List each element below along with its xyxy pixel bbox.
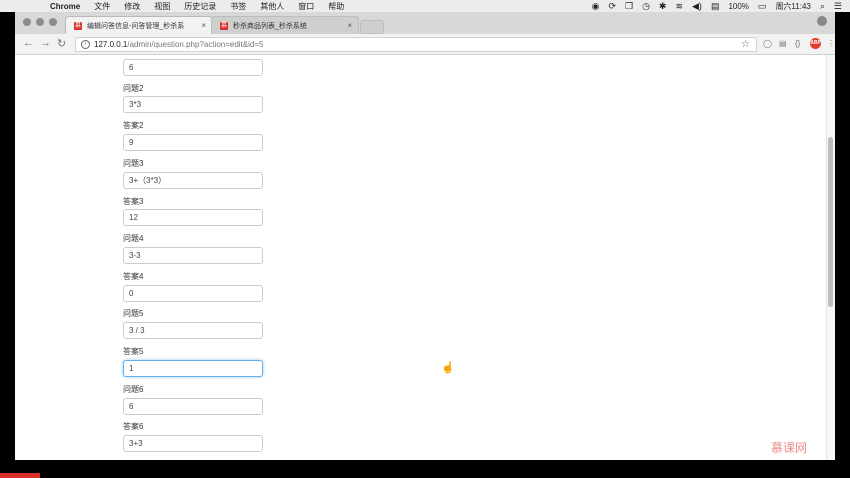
vertical-scrollbar[interactable] (826, 55, 835, 460)
menu-help[interactable]: 帮助 (328, 1, 344, 12)
menubar-status-area: ◉ ⟳ ❐ ◷ ✱ ≋ ◀) ▤ 100% ▭ 周六11:43 ⌕ ☰ (592, 0, 842, 12)
tab-seckill-list[interactable]: 慕 秒杀商品列表_秒杀系统 × (211, 16, 359, 34)
menu-app-name[interactable]: Chrome (50, 2, 80, 11)
field-answer-2[interactable]: 9 (123, 134, 263, 151)
imooc-watermark: 慕课网 (771, 441, 808, 455)
menu-history[interactable]: 历史记录 (184, 1, 216, 12)
label-answer-6: 答案6 (123, 422, 144, 431)
volume-icon[interactable]: ◀) (692, 1, 702, 12)
extension-circle-icon[interactable]: ◯ (763, 39, 772, 48)
back-icon[interactable]: ← (23, 37, 34, 49)
label-question-3: 问题3 (123, 159, 144, 168)
url-path: /admin/question.php?action=edit&id=5 (127, 40, 264, 49)
extension-code-icon[interactable]: {} (795, 39, 800, 48)
tab-strip: 慕 编辑问答信息-问答管理_秒杀系 × 慕 秒杀商品列表_秒杀系统 × (15, 12, 835, 34)
profile-avatar-icon[interactable] (817, 16, 827, 26)
site-favicon-icon: 慕 (220, 21, 228, 30)
field-answer-4[interactable]: 0 (123, 285, 263, 302)
field-question-3[interactable]: 3+（3*3） (123, 172, 263, 189)
site-info-icon[interactable]: i (81, 40, 90, 49)
mac-menubar: Chrome 文件 修改 视图 历史记录 书签 其他人 窗口 帮助 ◉ ⟳ ❐ … (0, 0, 850, 12)
menubar-clock[interactable]: 周六11:43 (775, 1, 810, 12)
zoom-window-icon[interactable] (49, 18, 57, 26)
field-answer-6[interactable]: 3+3 (123, 435, 263, 452)
menu-window[interactable]: 窗口 (298, 1, 314, 12)
label-question-6: 问题6 (123, 385, 144, 394)
label-answer-2: 答案2 (123, 121, 144, 130)
timemachine-icon[interactable]: ◷ (642, 1, 650, 12)
tab-title: 秒杀商品列表_秒杀系统 (233, 22, 307, 30)
battery-icon[interactable]: ▭ (758, 1, 767, 12)
tab-close-icon[interactable]: × (201, 21, 206, 30)
page-content: 6 问题2 3*3 答案2 9 问题3 3+（3*3） 答案3 12 问题4 3… (15, 55, 835, 460)
bluetooth-icon[interactable]: ✱ (659, 1, 667, 12)
adblock-icon[interactable]: ABP (810, 38, 821, 49)
field-answer-1[interactable]: 6 (123, 59, 263, 76)
menu-bookmarks[interactable]: 书签 (230, 1, 246, 12)
video-progress-bar (0, 473, 40, 478)
menu-people[interactable]: 其他人 (260, 1, 284, 12)
tab-title: 编辑问答信息-问答管理_秒杀系 (87, 22, 185, 30)
notification-center-icon[interactable]: ☰ (834, 1, 842, 12)
label-question-2: 问题2 (123, 84, 144, 93)
chrome-menu-icon[interactable]: ⋮ (827, 39, 835, 48)
label-answer-3: 答案3 (123, 197, 144, 206)
field-question-2[interactable]: 3*3 (123, 96, 263, 113)
field-answer-5[interactable]: 1 (123, 360, 263, 377)
menu-view[interactable]: 视图 (154, 1, 170, 12)
site-favicon-icon: 慕 (74, 21, 82, 30)
minimize-window-icon[interactable] (36, 18, 44, 26)
forward-icon[interactable]: → (40, 37, 51, 49)
url-host: 127.0.0.1 (94, 40, 128, 49)
reload-icon[interactable]: ↻ (57, 37, 66, 50)
tab-edit-question[interactable]: 慕 编辑问答信息-问答管理_秒杀系 × (65, 16, 213, 34)
wifi-icon[interactable]: ≋ (675, 1, 683, 12)
bookmark-star-icon[interactable]: ☆ (741, 38, 750, 51)
label-question-4: 问题4 (123, 234, 144, 243)
field-question-6[interactable]: 6 (123, 398, 263, 415)
field-answer-3[interactable]: 12 (123, 209, 263, 226)
browser-toolbar: ← → ↻ i 127.0.0.1 /admin/question.php?ac… (15, 34, 835, 55)
field-question-5[interactable]: 3 / 3 (123, 322, 263, 339)
menu-edit[interactable]: 修改 (124, 1, 140, 12)
label-answer-5: 答案5 (123, 347, 144, 356)
label-question-5: 问题5 (123, 309, 144, 318)
close-window-icon[interactable] (23, 18, 31, 26)
record-icon[interactable]: ◉ (592, 1, 600, 12)
new-tab-button[interactable] (360, 20, 384, 34)
label-answer-4: 答案4 (123, 272, 144, 281)
hand-cursor-icon: ☝ (441, 362, 455, 374)
field-question-4[interactable]: 3-3 (123, 247, 263, 264)
flag-icon[interactable]: ▤ (711, 1, 720, 12)
address-bar[interactable]: i 127.0.0.1 /admin/question.php?action=e… (75, 37, 757, 52)
sync-icon[interactable]: ⟳ (608, 1, 616, 12)
scrollbar-thumb[interactable] (828, 137, 833, 307)
screens-icon[interactable]: ❐ (625, 1, 633, 12)
tab-close-icon[interactable]: × (347, 21, 352, 30)
menu-file[interactable]: 文件 (94, 1, 110, 12)
spotlight-icon[interactable]: ⌕ (820, 1, 825, 12)
battery-percent[interactable]: 100% (728, 2, 748, 11)
extension-page-icon[interactable]: ▤ (779, 39, 787, 48)
